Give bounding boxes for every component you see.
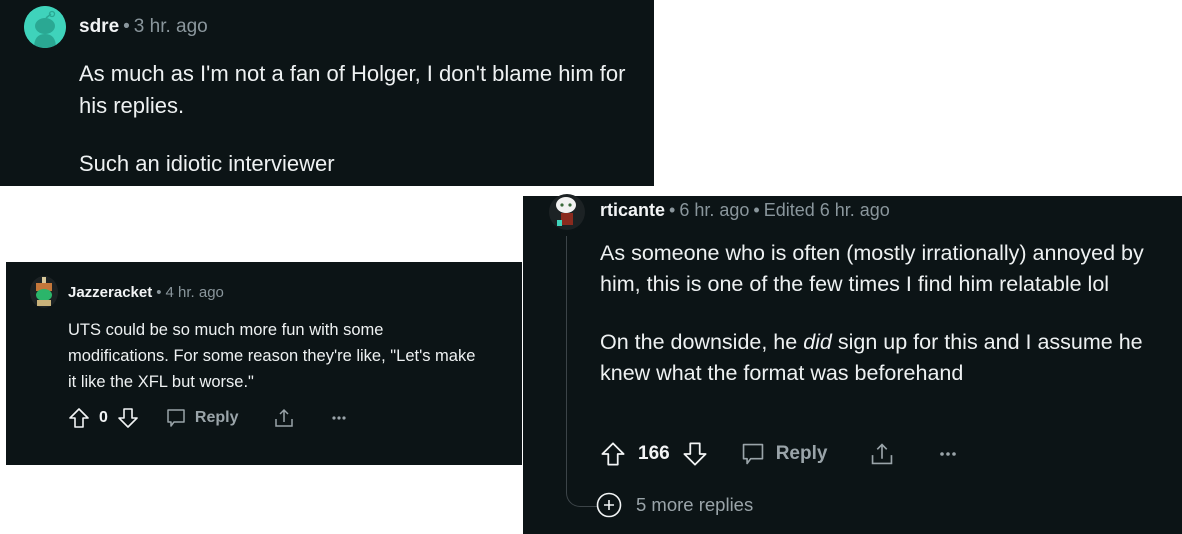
comment-rticante: rticante • 6 hr. ago • Edited 6 hr. ago As s…	[523, 194, 1182, 534]
share-icon	[872, 443, 893, 465]
comment-bubble-icon	[742, 443, 763, 465]
snoo-avatar-icon	[24, 6, 66, 48]
ellipsis-icon	[940, 452, 957, 456]
reply-label: Reply	[194, 409, 239, 426]
edited-label: Edited 6 hr. ago	[763, 200, 890, 220]
separator: •	[669, 200, 676, 220]
comment-paragraph: UTS could be so much more fun with some …	[68, 321, 476, 391]
comment-actions: 0 Reply	[68, 406, 347, 430]
timestamp[interactable]: 4 hr. ago	[166, 284, 224, 301]
more-replies-button[interactable]: 5 more replies	[596, 492, 753, 518]
share-button[interactable]	[869, 441, 895, 467]
comment-paragraph: As someone who is often (mostly irration…	[600, 241, 1144, 296]
timestamp[interactable]: 3 hr. ago	[134, 16, 208, 37]
thread-line	[566, 236, 597, 507]
comment-bubble-icon	[167, 409, 185, 427]
separator: •	[753, 200, 760, 220]
comment-meta: sdre • 3 hr. ago	[79, 16, 208, 38]
comment-sdre: sdre • 3 hr. ago As much as I'm not a fan …	[0, 0, 654, 186]
downvote-button[interactable]	[682, 441, 708, 467]
upvote-arrow-icon	[69, 408, 89, 428]
comment-body: UTS could be so much more fun with some …	[68, 317, 488, 395]
more-options-button[interactable]	[939, 451, 957, 457]
comment-meta: rticante • 6 hr. ago • Edited 6 hr. ago	[600, 200, 890, 221]
comment-paragraph: On the downside, he did sign up for this…	[600, 327, 1160, 389]
upvote-button[interactable]	[68, 407, 90, 429]
plus-circle-icon	[596, 492, 622, 518]
share-button[interactable]	[273, 407, 295, 429]
separator: •	[123, 16, 130, 37]
username[interactable]: sdre	[79, 16, 119, 37]
downvote-arrow-icon	[683, 442, 707, 466]
avatar[interactable]	[549, 194, 585, 230]
text: On the downside, he	[600, 330, 804, 354]
more-options-button[interactable]	[331, 415, 347, 421]
custom-avatar-icon	[556, 197, 576, 226]
comment-paragraph: As much as I'm not a fan of Holger, I do…	[79, 61, 626, 118]
avatar[interactable]	[30, 276, 58, 308]
timestamp[interactable]: 6 hr. ago	[679, 200, 749, 220]
share-icon	[275, 408, 294, 427]
vote-count: 0	[99, 409, 108, 426]
emphasis-text: did	[803, 330, 832, 354]
comment-actions: 166 Reply	[600, 440, 957, 468]
vote-count: 166	[638, 443, 670, 464]
comment-body: As much as I'm not a fan of Holger, I do…	[79, 58, 639, 180]
separator: •	[156, 284, 162, 301]
upvote-button[interactable]	[600, 441, 626, 467]
reply-label: Reply	[775, 443, 828, 464]
comment-jazzeracket: Jazzeracket • 4 hr. ago UTS could be so mu…	[6, 262, 522, 465]
upvote-arrow-icon	[601, 442, 625, 466]
reply-button[interactable]: Reply	[165, 407, 239, 429]
username[interactable]: Jazzeracket	[68, 284, 152, 301]
custom-avatar-icon	[36, 277, 52, 306]
reply-button[interactable]: Reply	[740, 441, 828, 467]
ellipsis-icon	[332, 416, 347, 420]
downvote-button[interactable]	[117, 407, 139, 429]
comment-paragraph: Such an idiotic interviewer	[79, 151, 335, 176]
comment-body: As someone who is often (mostly irration…	[600, 238, 1160, 389]
downvote-arrow-icon	[118, 408, 138, 428]
username[interactable]: rticante	[600, 200, 665, 220]
more-replies-label: 5 more replies	[636, 494, 754, 515]
comment-meta: Jazzeracket • 4 hr. ago	[68, 284, 224, 301]
avatar[interactable]	[24, 6, 66, 48]
